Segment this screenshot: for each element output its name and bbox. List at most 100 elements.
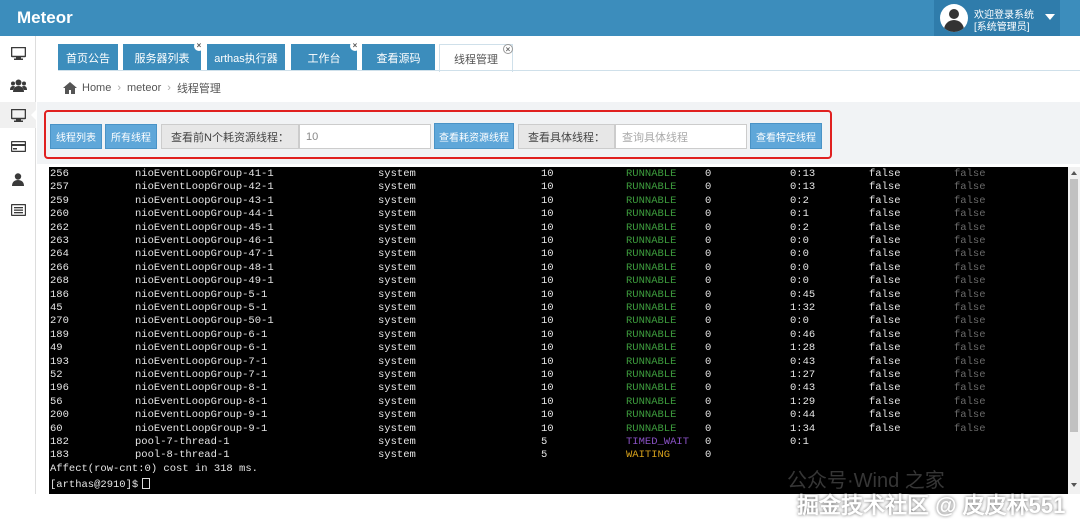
chevron-down-icon[interactable] [1045,14,1055,20]
cell-state: RUNNABLE [626,168,677,180]
cell-group: system [378,194,416,207]
cell-daemon: false [954,181,986,194]
close-icon[interactable]: × [350,41,360,51]
cell-group: system [378,342,416,355]
cell-daemon: false [954,275,986,288]
all-threads-button[interactable]: 所有线程 [105,124,157,149]
cell-state: RUNNABLE [626,315,677,328]
cell-name: nioEventLoopGroup-43-1 [135,194,274,207]
tab-label: arthas执行器 [214,52,278,65]
sidebar-item-user[interactable] [0,166,36,192]
sidebar-item-desktop[interactable] [0,40,36,66]
breadcrumb-level1[interactable]: meteor [127,82,161,94]
cell-cpu: 0 [705,449,712,462]
cell-priority: 5 [541,449,548,462]
sidebar-item-list[interactable] [0,197,36,223]
cell-name: nioEventLoopGroup-45-1 [135,221,274,234]
cell-interrupted: false [869,194,901,207]
cell-name: nioEventLoopGroup-50-1 [135,315,274,328]
terminal-row: 260 nioEventLoopGroup-44-1 system 10 RUNNABL… [49,208,1068,221]
cell-priority: 10 [541,248,554,261]
top-n-threads-button[interactable]: 查看耗资源线程 [434,123,514,149]
cell-priority: 10 [541,342,554,355]
cell-time: 0:46 [790,328,816,341]
cell-cpu: 0 [705,168,712,180]
user-menu[interactable]: 欢迎登录系统 [系统管理员] [934,0,1060,36]
app-title[interactable]: Meteor [17,8,73,28]
top-n-label: 查看前N个耗资源线程： [161,124,299,149]
cell-group: system [378,355,416,368]
cell-name: nioEventLoopGroup-7-1 [135,369,268,381]
specific-thread-input[interactable]: 查询具体线程 [615,124,747,149]
sidebar-item-billing[interactable] [0,133,36,159]
cell-state: RUNNABLE [626,194,677,207]
tab-workbench[interactable]: 工作台 × [291,41,360,71]
scroll-down-icon[interactable] [1071,483,1077,487]
close-icon[interactable]: × [194,41,204,51]
cell-interrupted: false [869,302,901,314]
avatar [940,4,968,32]
cell-time: 0:0 [790,235,809,247]
breadcrumb-current: 线程管理 [176,83,221,95]
user-role: [系统管理员] [974,22,1030,33]
cell-state: RUNNABLE [626,382,677,395]
terminal-scrollbar[interactable] [1068,167,1080,494]
cell-cpu: 0 [705,369,712,381]
terminal-row: 60 nioEventLoopGroup-9-1 system 10 RUNNABLE 0… [49,423,1068,436]
cell-group: system [378,302,416,314]
cell-priority: 10 [541,221,554,234]
top-n-input[interactable]: 10 [299,124,431,149]
cell-time: 0:0 [790,315,809,328]
tab-home-notice[interactable]: 首页公告 [58,44,118,71]
cell-interrupted: false [869,261,901,274]
terminal-row: 193 nioEventLoopGroup-7-1 system 10 RUNNABLE… [49,356,1068,369]
cell-time: 0:43 [790,382,816,395]
cell-priority: 10 [541,395,554,408]
cell-name: nioEventLoopGroup-49-1 [135,275,274,288]
cell-time: 1:34 [790,422,816,435]
sidebar-item-monitor[interactable] [0,102,37,128]
cell-time: 0:2 [790,221,809,234]
cell-name: nioEventLoopGroup-42-1 [135,181,274,194]
cell-time: 0:13 [790,181,816,194]
cell-state: RUNNABLE [626,248,677,261]
tab-server-list[interactable]: 服务器列表 × [123,41,204,71]
cell-name: nioEventLoopGroup-5-1 [135,302,268,314]
thread-list-button[interactable]: 线程列表 [50,124,102,149]
sidebar-item-users[interactable] [0,72,36,98]
tab-thread-management[interactable]: 线程管理 × [439,44,513,72]
cell-cpu: 0 [705,261,712,274]
scrollbar-thumb[interactable] [1070,179,1078,432]
terminal-prompt-line[interactable]: [arthas@2910]$ [50,478,151,491]
cell-name: nioEventLoopGroup-48-1 [135,261,274,274]
breadcrumb: Home › meteor › 线程管理 [63,80,221,96]
scroll-up-icon[interactable] [1071,171,1077,175]
tab-view-source[interactable]: 查看源码 [362,44,435,71]
terminal-output[interactable]: 256 nioEventLoopGroup-41-1 system 10 RUNNABL… [49,167,1068,494]
breadcrumb-home[interactable]: Home [82,82,111,94]
cell-cpu: 0 [705,194,712,207]
close-icon[interactable]: × [503,44,513,54]
cell-time: 1:27 [790,369,816,381]
list-icon [10,204,26,216]
cell-state: RUNNABLE [626,409,677,422]
cell-id: 264 [50,248,69,261]
cell-daemon: false [954,168,986,180]
cell-state: RUNNABLE [626,369,677,381]
cell-state: TIMED_WAIT [626,436,690,448]
cell-priority: 10 [541,235,554,247]
cell-state: RUNNABLE [626,328,677,341]
specific-thread-button[interactable]: 查看特定线程 [750,123,822,149]
cell-daemon: false [954,235,986,247]
cell-name: nioEventLoopGroup-6-1 [135,328,268,341]
cell-daemon: false [954,248,986,261]
cell-id: 266 [50,261,69,274]
cell-group: system [378,261,416,274]
cell-priority: 10 [541,208,554,221]
cell-group: system [378,221,416,234]
terminal-cursor[interactable] [142,478,151,490]
top-navbar: Meteor 欢迎登录系统 [系统管理员] [0,0,1080,36]
tab-arthas-executor[interactable]: arthas执行器 [207,44,285,71]
cell-time: 0:43 [790,355,816,368]
cell-id: 189 [50,328,69,341]
